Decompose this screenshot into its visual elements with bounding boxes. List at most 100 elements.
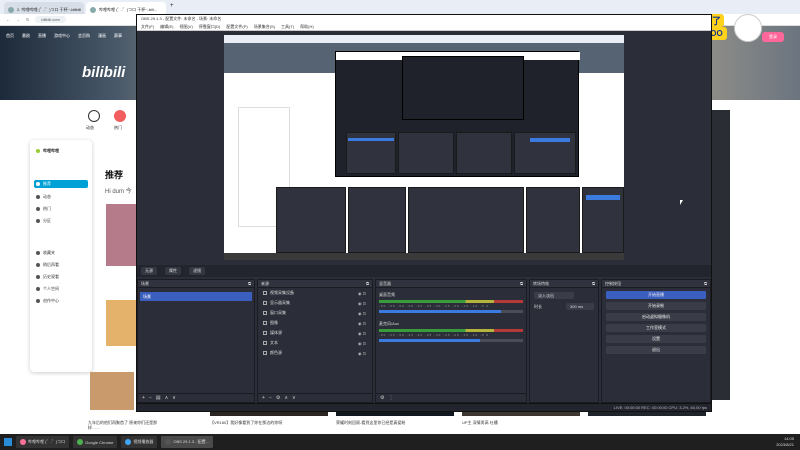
sidebar-item-category[interactable]: 分区	[36, 218, 51, 224]
back-icon[interactable]: ←	[6, 17, 10, 22]
start-streaming-button[interactable]: 开始直播	[606, 291, 706, 299]
scene-item-selected[interactable]: 场景	[140, 292, 252, 301]
menu-profile[interactable]: 配置文件(P)	[226, 24, 247, 30]
up-arrow-icon[interactable]: ∧	[165, 395, 169, 401]
bilibili-logo[interactable]: bilibili	[82, 64, 125, 81]
menu-file[interactable]: 文件(F)	[141, 24, 154, 30]
nav-item[interactable]: 番剧	[22, 33, 30, 39]
down-arrow-icon[interactable]: ∨	[292, 395, 296, 401]
url-field[interactable]: bilibili.com	[35, 16, 66, 23]
sidebar-item-creator[interactable]: 创作中心	[36, 298, 59, 304]
channel-name: 桌面音频	[379, 292, 395, 297]
chrome-icon	[77, 439, 84, 445]
nav-item[interactable]: 游戏中心	[54, 33, 70, 39]
source-row[interactable]: 窗口采集 ◉ ⊡	[258, 308, 372, 318]
menu-scene-collection[interactable]: 场景集合(S)	[254, 24, 275, 30]
visibility-lock-icons[interactable]: ◉ ⊡	[358, 321, 366, 326]
settings-button[interactable]: 设置	[606, 335, 706, 343]
source-row[interactable]: 图像 ◉ ⊡	[258, 318, 372, 328]
taskbar-item[interactable]: 哔哩哔哩 (゜-゜)つロ	[16, 436, 70, 448]
controls-dock-header: 控制按钮 ⧉	[602, 280, 710, 288]
meter-ticks: -60 -55 -50 -45 -40 -35 -30 -25 -20 -15 …	[379, 304, 490, 308]
windows-taskbar: 哔哩哔哩 (゜-゜)つロ Google Chrome 视频播放器 OBS 29.…	[0, 434, 800, 450]
visibility-lock-icons[interactable]: ◉ ⊡	[358, 341, 366, 346]
sidebar-item-history[interactable]: 历史观看	[36, 274, 59, 280]
dock-float-icon[interactable]: ⧉	[704, 281, 707, 286]
virtual-camera-button[interactable]: 启动虚拟摄像机	[606, 313, 706, 321]
mixer-channel: 麦克风/Aux -60 -55 -50 -45 -40 -35 -30 -25 …	[379, 321, 523, 342]
color-icon	[263, 351, 267, 355]
menu-view[interactable]: 视图(V)	[179, 24, 192, 30]
nav-item[interactable]: 直播	[38, 33, 46, 39]
nav-item[interactable]: 赛事	[114, 33, 122, 39]
video-thumbnail[interactable]	[106, 204, 136, 266]
menu-help[interactable]: 帮助(H)	[300, 24, 314, 30]
windows-start-icon[interactable]	[4, 438, 12, 446]
new-tab-button[interactable]: +	[170, 3, 174, 9]
visibility-lock-icons[interactable]: ◉ ⊡	[358, 311, 366, 316]
video-thumbnail[interactable]	[106, 300, 136, 346]
dock-float-icon[interactable]: ⧉	[520, 281, 523, 286]
up-arrow-icon[interactable]: ∧	[284, 395, 288, 401]
video-caption[interactable]: 荣耀时刻回顾-看到这里你已经是真爱粉	[336, 420, 416, 425]
menu-tools[interactable]: 工具(T)	[281, 24, 294, 30]
taskbar-item-active[interactable]: OBS 29.1.3 - 配置...	[161, 436, 213, 448]
taskbar-item[interactable]: Google Chrome	[73, 436, 118, 448]
visibility-lock-icons[interactable]: ◉ ⊡	[358, 351, 366, 356]
reload-icon[interactable]: ↻	[26, 17, 29, 22]
sidebar-item-hot[interactable]: 热门	[36, 206, 51, 212]
dock-float-icon[interactable]: ⧉	[366, 281, 369, 286]
login-button[interactable]: 登录	[762, 32, 784, 42]
taskbar-item[interactable]: 视频播放器	[121, 436, 158, 448]
sidebar-item-watch-later[interactable]: 稍后再看	[36, 262, 59, 268]
start-recording-button[interactable]: 开始录制	[606, 302, 706, 310]
hot-icon[interactable]	[114, 110, 126, 122]
remove-icon[interactable]: −	[149, 395, 152, 401]
video-caption[interactable]: UP主 深情男高 吐槽	[462, 420, 542, 425]
dock-float-icon[interactable]: ⧉	[248, 281, 251, 286]
studio-mode-button[interactable]: 工作室模式	[606, 324, 706, 332]
video-caption[interactable]: 九年后的他们再聚首了 原来你们还是那样……	[88, 420, 168, 430]
obs-preview[interactable]	[224, 35, 624, 260]
video-thumbnail[interactable]	[90, 372, 134, 410]
menu-edit[interactable]: 编辑(E)	[160, 24, 173, 30]
filter-icon[interactable]: ▤	[156, 395, 161, 401]
gear-icon[interactable]: ⚙	[276, 395, 280, 401]
down-arrow-icon[interactable]: ∨	[172, 395, 176, 401]
add-icon[interactable]: +	[142, 395, 145, 401]
duration-input[interactable]: 300 ms	[566, 303, 594, 310]
sidebar-item-recommend[interactable]: 推荐	[34, 180, 88, 188]
nav-item[interactable]: 会员购	[78, 33, 90, 39]
mixer-channel: 桌面音频 -60 -55 -50 -45 -40 -35 -30 -25 -20…	[379, 292, 523, 313]
gear-icon[interactable]: ⚙	[380, 395, 384, 401]
source-row[interactable]: 视频采集设备 ◉ ⊡	[258, 288, 372, 298]
more-icon[interactable]: ⋮	[388, 395, 393, 401]
dock-float-icon[interactable]: ⧉	[592, 281, 595, 286]
dynamic-icon	[36, 195, 40, 199]
source-row[interactable]: 颜色源 ◉ ⊡	[258, 348, 372, 358]
visibility-lock-icons[interactable]: ◉ ⊡	[358, 331, 366, 336]
forward-icon[interactable]: →	[16, 17, 20, 22]
filters-button[interactable]: 滤镜	[189, 267, 205, 275]
sidebar-item-favorites[interactable]: 收藏夹	[36, 250, 55, 256]
dynamic-icon[interactable]	[88, 110, 100, 122]
transition-select[interactable]: 淡入淡出	[534, 292, 574, 299]
volume-slider[interactable]	[379, 310, 523, 313]
taskbar-clock[interactable]: 14:05 2023/8/21	[776, 436, 794, 448]
menu-docks[interactable]: 停靠窗口(D)	[199, 24, 221, 30]
visibility-lock-icons[interactable]: ◉ ⊡	[358, 291, 366, 296]
exit-button[interactable]: 退出	[606, 346, 706, 354]
properties-button[interactable]: 属性	[165, 267, 181, 275]
source-row[interactable]: 文本 ◉ ⊡	[258, 338, 372, 348]
sidebar-item-dynamic[interactable]: 动态	[36, 194, 51, 200]
video-caption[interactable]: 【VR180】我好像看到了你在那边的你呀	[210, 420, 290, 425]
remove-icon[interactable]: −	[269, 395, 272, 401]
volume-slider[interactable]	[379, 339, 523, 342]
visibility-lock-icons[interactable]: ◉ ⊡	[358, 301, 366, 306]
source-row[interactable]: 显示器采集 ◉ ⊡	[258, 298, 372, 308]
nav-item[interactable]: 漫画	[98, 33, 106, 39]
add-icon[interactable]: +	[262, 395, 265, 401]
source-row[interactable]: 媒体源 ◉ ⊡	[258, 328, 372, 338]
nav-item[interactable]: 首页	[6, 33, 14, 39]
sidebar-item-space[interactable]: 个人空间	[36, 286, 59, 292]
